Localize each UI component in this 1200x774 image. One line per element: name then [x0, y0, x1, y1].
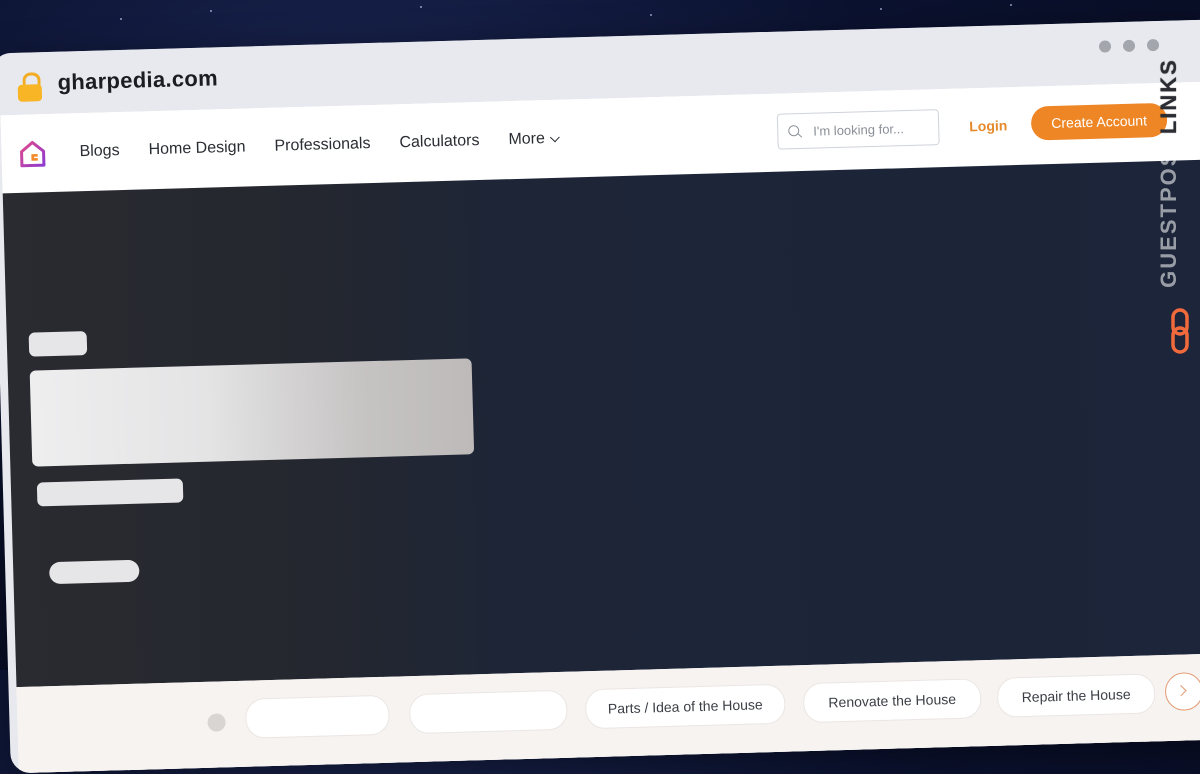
- nav-item-more[interactable]: More: [508, 130, 560, 149]
- search-placeholder: I'm looking for...: [813, 120, 905, 139]
- chain-link-icon: [1171, 308, 1189, 354]
- star: [650, 14, 652, 16]
- lock-icon: [17, 72, 44, 103]
- window-dot[interactable]: [1098, 40, 1112, 53]
- category-chip-renovate[interactable]: Renovate the House: [802, 678, 982, 724]
- search-input[interactable]: I'm looking for...: [776, 109, 940, 150]
- nav-label: Calculators: [399, 131, 480, 152]
- create-account-button[interactable]: Create Account: [1030, 102, 1168, 141]
- window-dot[interactable]: [1122, 39, 1136, 52]
- nav-item-home-design[interactable]: Home Design: [148, 139, 245, 160]
- chip-label: Repair the House: [1021, 686, 1131, 706]
- nav-item-calculators[interactable]: Calculators: [399, 132, 480, 152]
- browser-window: gharpedia.com Blogs Home Design Professi…: [0, 19, 1200, 774]
- star: [1010, 4, 1012, 6]
- nav-item-blogs[interactable]: Blogs: [79, 142, 120, 161]
- hero-subtitle-placeholder: [36, 478, 184, 507]
- category-chip-repair[interactable]: Repair the House: [996, 673, 1156, 718]
- login-link[interactable]: Login: [969, 117, 1008, 134]
- nav-label: More: [508, 130, 546, 149]
- hero-title-placeholder: [29, 358, 475, 467]
- chevron-right-icon[interactable]: [1164, 672, 1200, 712]
- watermark-text: GUESTPOSTLINKS: [1156, 48, 1182, 298]
- search-icon: [788, 124, 803, 138]
- chip-label: Parts / Idea of the House: [607, 696, 763, 717]
- category-chip[interactable]: [244, 694, 390, 739]
- category-chip[interactable]: [408, 689, 568, 735]
- watermark-guest: GUESTPOST: [1156, 134, 1181, 288]
- watermark-links: LINKS: [1156, 58, 1181, 135]
- chip-icon: [207, 713, 226, 732]
- chip-label: Renovate the House: [828, 690, 957, 711]
- category-chip-parts-of-house[interactable]: Parts / Idea of the House: [584, 683, 786, 730]
- hero-banner: [2, 159, 1200, 688]
- browser-stage: gharpedia.com Blogs Home Design Professi…: [0, 8, 1200, 774]
- star: [210, 10, 212, 12]
- star: [120, 18, 122, 20]
- chevron-down-icon: [549, 131, 560, 142]
- watermark: GUESTPOSTLINKS: [1156, 58, 1198, 358]
- hero-tag-placeholder: [28, 331, 88, 357]
- nav-label: Professionals: [274, 135, 371, 155]
- window-controls: [1098, 38, 1160, 53]
- nav-label: Home Design: [148, 138, 246, 159]
- main-menu: Blogs Home Design Professionals Calculat…: [79, 129, 587, 161]
- star: [880, 8, 882, 10]
- hero-button-placeholder[interactable]: [49, 559, 140, 585]
- gharpedia-logo-icon[interactable]: [19, 140, 46, 169]
- nav-item-professionals[interactable]: Professionals: [274, 135, 371, 156]
- address-bar-url[interactable]: gharpedia.com: [57, 65, 218, 95]
- star: [420, 6, 422, 8]
- nav-label: Blogs: [79, 142, 120, 161]
